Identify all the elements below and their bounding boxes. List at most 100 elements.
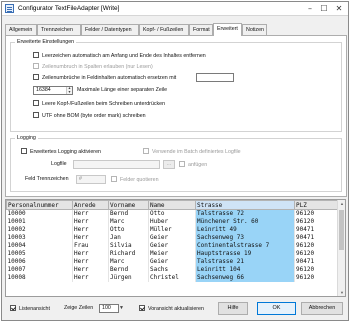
tab-format[interactable]: Format [189, 24, 213, 35]
option-strip-whitespace[interactable]: Leerzeichen automatisch am Anfang und En… [33, 52, 206, 60]
cancel-button[interactable]: Abbrechen [301, 302, 343, 315]
grid-column-header[interactable]: Name [148, 200, 196, 210]
table-cell: Talstrasse 72 [195, 209, 295, 218]
grid-column-header[interactable]: PLZ [294, 200, 339, 210]
quote-fields-label: Felder quotieren [120, 177, 159, 183]
batch-logfile-checkbox[interactable] [143, 148, 149, 154]
replace-linebreaks-checkbox[interactable] [33, 74, 39, 80]
option-linebreaks-columns[interactable]: Zeilenumbruch in Spalten erlauben (nur L… [33, 63, 153, 71]
spinner-arrows-icon[interactable]: ▲ ▼ [66, 87, 72, 94]
table-cell: Hauptstrasse 19 [195, 250, 295, 258]
tab-allgemein[interactable]: Allgemein [5, 24, 37, 35]
table-cell: 96120 [294, 250, 339, 258]
tab-notizen[interactable]: Notizen [242, 24, 267, 35]
maximize-button[interactable]: ☐ [318, 4, 330, 14]
option-utf-without-bom[interactable]: UTF ohne BOM (byte order mark) schreiben [33, 112, 146, 120]
scroll-down-icon[interactable]: ▼ [338, 289, 345, 296]
table-row[interactable]: 10003 Herr Jan Geier Sachsenweg 73 90471 [6, 234, 339, 242]
preview-grid[interactable]: Personalnummer Anrede Vorname Name Strasse PL… [5, 199, 346, 297]
configurator-window: Configurator TextFileAdapter [Write] – ☐… [1, 1, 349, 321]
title-bar: Configurator TextFileAdapter [Write] – ☐… [2, 2, 348, 16]
scroll-up-icon[interactable]: ▲ [338, 200, 345, 208]
close-button[interactable]: ✕ [333, 4, 345, 14]
table-cell: Herr [72, 218, 109, 226]
table-cell: Geier [148, 234, 196, 242]
table-cell: 96120 [294, 209, 339, 218]
tab-panel-erweitert: Erweiterte Einstellungen Leerzeichen aut… [5, 35, 347, 197]
tab-kopf-fusszeilen[interactable]: Kopf- / Fußzeilen [139, 24, 189, 35]
table-cell: 10005 [6, 250, 73, 258]
table-cell: Herr [72, 266, 109, 274]
browse-logfile-button[interactable]: ... [163, 160, 175, 169]
suppress-empty-footer-checkbox[interactable] [33, 100, 39, 106]
tab-trennzeichen[interactable]: Trennzeichen [37, 24, 81, 35]
strip-whitespace-checkbox[interactable] [33, 52, 39, 58]
table-row[interactable]: 10005 Herr Richard Meier Hauptstrasse 19 9612… [6, 250, 339, 258]
extended-settings-group: Erweiterte Einstellungen Leerzeichen aut… [10, 39, 342, 132]
table-cell: Marc [108, 218, 149, 226]
list-view-checkbox[interactable] [10, 305, 16, 311]
table-row[interactable]: 10007 Herr Bernd Sachs Leinritt 104 96120 [6, 266, 339, 274]
extended-logging-checkbox[interactable] [21, 148, 27, 154]
grid-header-row: Personalnummer Anrede Vorname Name Strasse PL… [6, 200, 339, 210]
grid-column-header[interactable]: Anrede [72, 200, 109, 210]
utf-without-bom-checkbox[interactable] [33, 112, 39, 118]
field-separator-label: Feld Trennzeichen [25, 176, 69, 182]
max-line-length-spinner[interactable]: 16384 ▲ ▼ [33, 86, 73, 95]
table-cell: Herr [72, 258, 109, 266]
tab-bar: Allgemein Trennzeichen Felder / Datentyp… [5, 23, 345, 36]
auto-refresh-checkbox[interactable] [139, 305, 145, 311]
table-cell: 10001 [6, 218, 73, 226]
option-replace-linebreaks[interactable]: Zeilenumbrüche in Feldinhalten automatis… [33, 74, 176, 82]
option-append[interactable]: anfügen [179, 161, 207, 169]
option-quote-fields[interactable]: Felder quotieren [111, 176, 159, 184]
option-batch-logfile[interactable]: Verwende im Batch definiertes Logfile [143, 148, 241, 156]
quote-fields-checkbox[interactable] [111, 176, 117, 182]
grid-column-header[interactable]: Vorname [108, 200, 149, 210]
append-label: anfügen [188, 162, 208, 168]
table-cell: Marc [108, 258, 149, 266]
table-cell: Sachs [148, 266, 196, 274]
tab-erweitert[interactable]: Erweitert [213, 23, 242, 36]
minimize-button[interactable]: – [304, 4, 316, 14]
utf-without-bom-label: UTF ohne BOM (byte order mark) schreiben [42, 113, 146, 119]
grid-column-header[interactable]: Strasse [195, 200, 295, 210]
ok-button[interactable]: OK [257, 302, 296, 315]
option-suppress-empty-footer[interactable]: Leere Kopf-/Fußzeilen beim Schreiben unt… [33, 100, 165, 108]
table-row[interactable]: 10004 Frau Silvia Geier Continentalstrasse 7… [6, 242, 339, 250]
table-cell: 10003 [6, 234, 73, 242]
grid-vertical-scrollbar[interactable]: ▲ ▼ [337, 200, 345, 296]
field-separator-input[interactable]: # [76, 175, 106, 184]
show-rows-value: 100 [102, 305, 111, 311]
table-cell: Otto [148, 209, 196, 218]
option-auto-refresh[interactable]: Voransicht aktualisieren [139, 305, 204, 313]
show-rows-select[interactable]: 100 [99, 304, 119, 313]
help-button[interactable]: Hilfe [218, 302, 248, 315]
table-cell: 90471 [294, 258, 339, 266]
table-row[interactable]: 10002 Herr Otto Müller Leinritt 49 90471 [6, 226, 339, 234]
append-checkbox[interactable] [179, 161, 185, 167]
table-cell: Bernd [108, 209, 149, 218]
table-cell: 10007 [6, 266, 73, 274]
logfile-label: Logfile [51, 161, 67, 167]
replace-linebreaks-input[interactable] [196, 73, 234, 82]
max-line-length-value: 16384 [36, 87, 51, 93]
table-row[interactable]: 10000 Herr Bernd Otto Talstrasse 72 96120 [6, 209, 339, 218]
table-cell: 96120 [294, 242, 339, 250]
table-row[interactable]: 10008 Herr Jürgen Christel Sachsenweg 66 9612… [6, 274, 339, 282]
scroll-thumb[interactable] [339, 210, 344, 250]
chevron-down-icon[interactable]: ▼ [119, 305, 124, 312]
option-extended-logging[interactable]: Erweitertes Logging aktivieren [21, 148, 101, 156]
tab-felder-datentypen[interactable]: Felder / Datentypen [81, 24, 139, 35]
table-cell: Geier [148, 242, 196, 250]
table-cell: Müller [148, 226, 196, 234]
window-title: Configurator TextFileAdapter [Write] [18, 5, 120, 12]
table-cell: Jürgen [108, 274, 149, 282]
grid-column-header[interactable]: Personalnummer [6, 200, 73, 210]
option-list-view[interactable]: Listenansicht [10, 305, 50, 313]
linebreaks-columns-checkbox[interactable] [33, 63, 39, 69]
table-row[interactable]: 10001 Herr Marc Huber Münchener Str. 60 96120 [6, 218, 339, 226]
logfile-input[interactable] [73, 160, 160, 169]
table-row[interactable]: 10006 Herr Marc Geier Talstrasse 21 90471 [6, 258, 339, 266]
table-cell: Sachsenweg 73 [195, 234, 295, 242]
